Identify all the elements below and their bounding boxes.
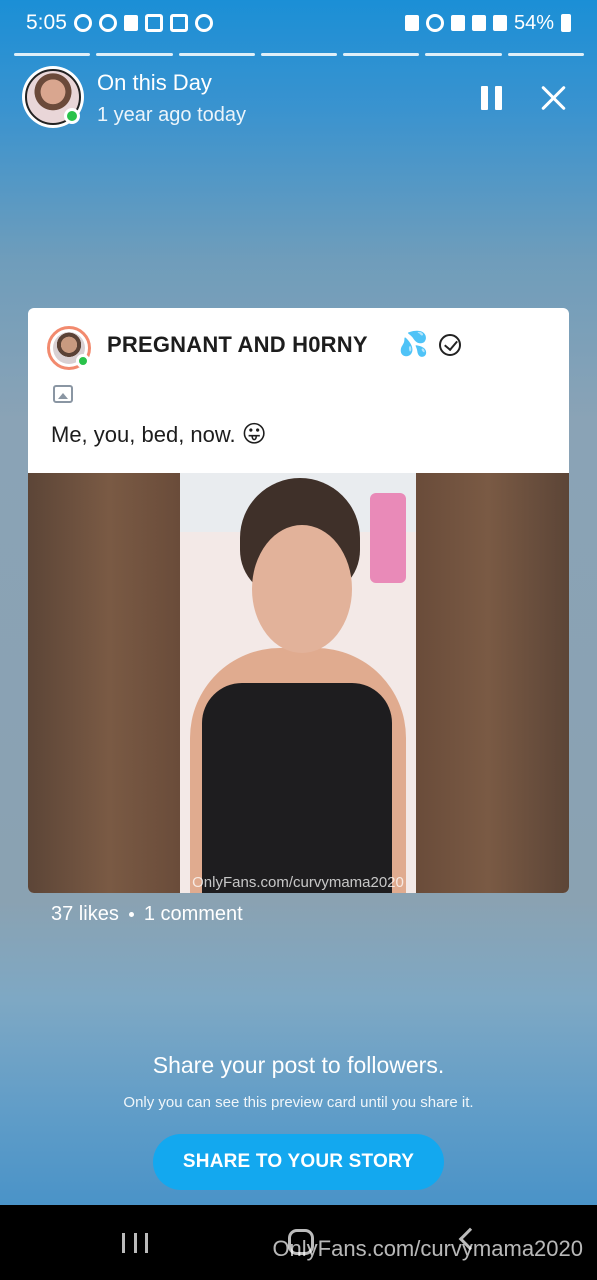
photo-top — [202, 683, 392, 893]
missed-call-icon — [123, 15, 138, 31]
photo-background-object — [370, 493, 406, 583]
watermark: OnlyFans.com/curvymama2020 — [272, 1236, 583, 1261]
app-icon — [194, 14, 213, 32]
post-text-emoji: 😛 — [241, 421, 267, 448]
pause-icon-bar — [495, 86, 502, 110]
post-text: Me, you, bed, now. — [51, 422, 236, 447]
battery-percent: 54% — [513, 11, 554, 34]
gallery-icon — [144, 14, 163, 32]
status-right: 54% — [404, 11, 571, 35]
post-text-row: Me, you, bed, now. 😛 — [51, 422, 267, 448]
post-image[interactable]: OnlyFans.com/curvymama2020 — [28, 473, 569, 893]
post-online-indicator — [76, 354, 90, 368]
post-card[interactable]: PREGNANT AND H0RNY 😘💦 Me, you, bed, now.… — [28, 308, 569, 893]
story-progress-segment — [425, 53, 502, 56]
pause-button[interactable] — [481, 86, 503, 110]
wifi-icon — [471, 15, 486, 31]
story-progress-segment — [343, 53, 420, 56]
signal-icon — [492, 15, 507, 31]
online-indicator — [64, 108, 80, 124]
likes-count[interactable]: 37 likes — [51, 903, 119, 926]
recent-apps-icon-bar — [133, 1233, 137, 1253]
post-author-row: PREGNANT AND H0RNY 😘💦 — [107, 332, 461, 358]
recent-apps-icon — [122, 1233, 125, 1253]
pause-icon — [481, 86, 488, 110]
status-left: 5:05 — [26, 11, 213, 35]
mute-icon — [450, 15, 465, 31]
share-to-story-button[interactable]: SHARE TO YOUR STORY — [153, 1134, 444, 1190]
story-progress-segment — [96, 53, 173, 56]
post-stats: 37 likes 1 comment — [51, 903, 243, 926]
recent-apps-button[interactable] — [122, 1233, 148, 1253]
story-progress — [14, 53, 584, 56]
story-progress-segment — [178, 53, 255, 56]
comments-count[interactable]: 1 comment — [144, 903, 243, 926]
post-author-name[interactable]: PREGNANT AND H0RNY — [107, 332, 368, 358]
story-title: On this Day — [97, 70, 212, 95]
image-watermark: OnlyFans.com/curvymama2020 — [192, 874, 404, 891]
alarm-status-icon — [425, 14, 444, 32]
verified-icon — [438, 334, 461, 356]
story-header: On this Day 1 year ago today — [22, 66, 582, 130]
alarm-icon — [98, 14, 117, 32]
share-title: Share your post to followers. — [152, 1052, 445, 1078]
post-photo — [180, 473, 416, 893]
image-media-icon — [53, 385, 73, 403]
notification-icon — [73, 14, 92, 32]
photo-face — [252, 525, 352, 653]
story-progress-segment — [260, 53, 338, 56]
share-note: Only you can see this preview card until… — [123, 1094, 474, 1111]
close-button[interactable] — [540, 84, 568, 112]
recent-apps-icon-bar — [145, 1233, 148, 1253]
status-bar: 5:05 54% — [0, 0, 597, 46]
story-subtitle: 1 year ago today — [97, 104, 246, 126]
story-progress-segment — [14, 53, 91, 56]
status-time: 5:05 — [26, 11, 67, 34]
lock-icon — [404, 15, 419, 31]
mail-icon — [169, 14, 188, 32]
separator-dot — [128, 912, 134, 917]
battery-icon — [561, 14, 571, 32]
author-emojis: 😘💦 — [373, 331, 429, 358]
story-progress-segment — [507, 53, 584, 56]
